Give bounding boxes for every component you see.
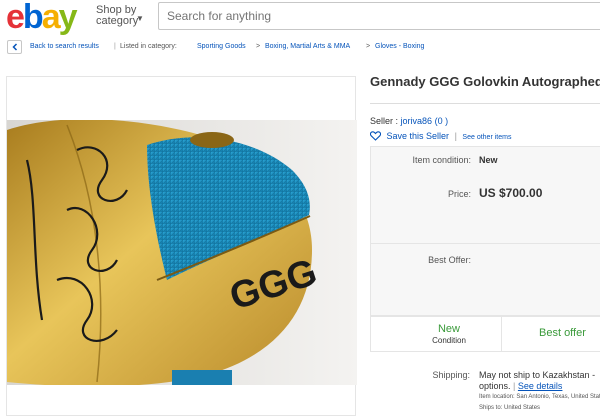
condition-bottom: Condition (432, 336, 466, 345)
back-button[interactable] (7, 40, 22, 54)
see-details-link[interactable]: See details (518, 381, 563, 391)
title-divider (370, 103, 600, 104)
breadcrumb-arrow: > (366, 43, 371, 50)
breadcrumb-gloves[interactable]: Gloves - Boxing (375, 43, 424, 50)
shop-by-category-button[interactable]: Shop by category ▼ (96, 5, 144, 27)
breadcrumb-sporting-goods[interactable]: Sporting Goods (197, 43, 246, 50)
breadcrumb-separator: | (114, 43, 116, 50)
heart-icon[interactable] (370, 131, 381, 141)
condition-separator (501, 317, 502, 351)
condition-value: New (479, 155, 498, 165)
ships-to: Ships to: United States (479, 405, 541, 411)
item-details-box: Item condition: New Price: US $700.00 Be… (370, 146, 600, 316)
condition-strip: New Condition Best offer (370, 316, 600, 352)
header: ebay Shop by category ▼ (0, 0, 600, 34)
item-image[interactable]: GGG (7, 120, 357, 385)
breadcrumb-boxing[interactable]: Boxing, Martial Arts & MMA (265, 43, 350, 50)
condition-top: New (437, 323, 460, 335)
best-offer-cell: Best offer (539, 327, 600, 339)
price-label: Price: (447, 189, 471, 199)
condition-label: Item condition: (412, 155, 471, 165)
save-seller-link[interactable]: Save this Seller (387, 131, 450, 141)
best-offer-top: Best offer (539, 327, 586, 339)
item-location: Item location: San Antonio, Texas, Unite… (479, 394, 600, 400)
seller-feedback-link[interactable]: (0 ) (435, 116, 449, 126)
image-panel: GGG (6, 76, 357, 416)
see-other-items-link[interactable]: See other items (462, 134, 511, 141)
shipping-info: May not ship to Kazakhstan - options. | … (479, 370, 600, 414)
chevron-left-icon (12, 43, 18, 51)
boxing-glove-image: GGG (7, 120, 357, 385)
shipping-label: Shipping: (432, 370, 470, 380)
chevron-down-icon: ▼ (136, 14, 144, 23)
search-input[interactable] (158, 2, 600, 30)
seller-name-link[interactable]: joriva86 (401, 116, 433, 126)
best-offer-label: Best Offer: (428, 255, 471, 265)
item-title: Gennady GGG Golovkin Autographed (370, 74, 600, 89)
breadcrumb-arrow: > (256, 43, 261, 50)
listed-in-label: Listed in category: (120, 43, 177, 50)
details-divider (371, 243, 600, 244)
ebay-logo[interactable]: ebay (6, 0, 78, 34)
breadcrumb: Back to search results | Listed in categ… (0, 38, 600, 58)
back-to-search-link[interactable]: Back to search results (30, 43, 99, 50)
condition-cell: New Condition (389, 323, 509, 345)
seller-info: Seller : joriva86 (0 ) (370, 116, 449, 126)
save-seller-line: Save this Seller | See other items (370, 131, 511, 141)
price-value: US $700.00 (479, 186, 543, 200)
